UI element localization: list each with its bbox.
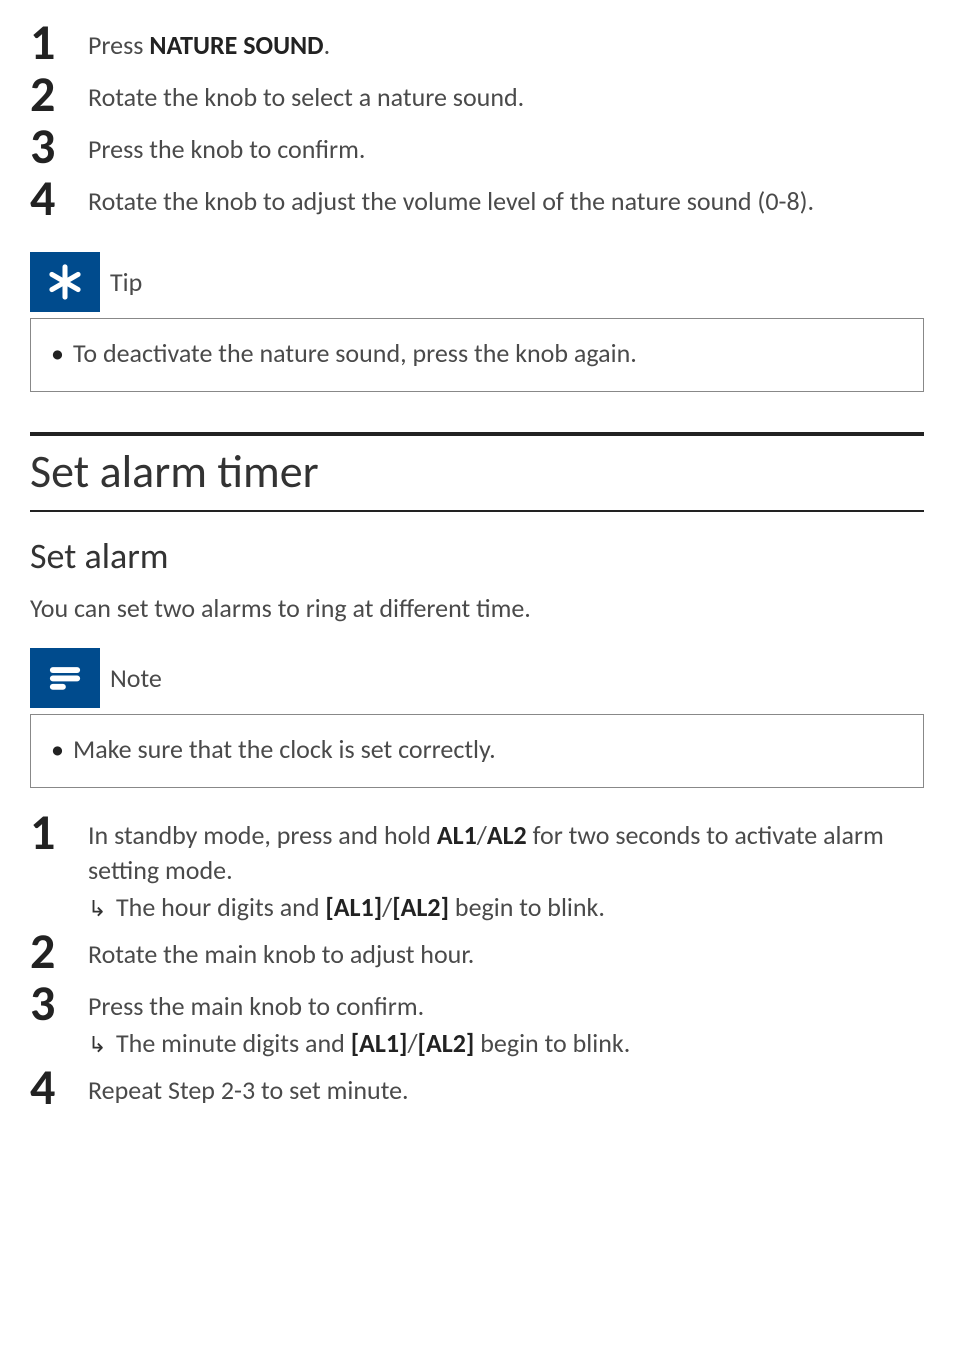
step-text: In standby mode, press and hold AL1/AL2 … xyxy=(88,808,924,925)
step-row: 4 Repeat Step 2-3 to set minute. xyxy=(30,1063,924,1113)
step-text: Rotate the knob to adjust the volume lev… xyxy=(88,174,814,219)
text-bold: [AL1] xyxy=(325,891,382,923)
text-fragment: / xyxy=(408,1027,418,1059)
tip-callout: Tip To deactivate the nature sound, pres… xyxy=(30,252,924,392)
step-number: 4 xyxy=(30,174,88,224)
step-text: Press the knob to confirm. xyxy=(88,122,365,167)
note-callout: Note Make sure that the clock is set cor… xyxy=(30,648,924,788)
tip-body: To deactivate the nature sound, press th… xyxy=(30,318,924,392)
step-number: 3 xyxy=(30,122,88,172)
text-fragment: The minute digits and xyxy=(116,1027,351,1059)
text-fragment: begin to blink. xyxy=(474,1027,630,1059)
step-text: Press the main knob to confirm. ↳ The mi… xyxy=(88,979,630,1061)
sub-result-row: ↳ The hour digits and [AL1]/[AL2] begin … xyxy=(88,890,924,925)
text-fragment: begin to blink. xyxy=(449,891,605,923)
text-fragment: Press the main knob to confirm. xyxy=(88,990,424,1022)
sub-result-text: The minute digits and [AL1]/[AL2] begin … xyxy=(116,1026,630,1061)
step-row: 3 Press the main knob to confirm. ↳ The … xyxy=(30,979,924,1061)
note-body: Make sure that the clock is set correctl… xyxy=(30,714,924,788)
text-bold: AL2 xyxy=(487,819,527,851)
step-number: 2 xyxy=(30,70,88,120)
step-text: Repeat Step 2-3 to set minute. xyxy=(88,1063,409,1108)
note-icon xyxy=(44,657,86,699)
step-text-bold: NATURE SOUND xyxy=(149,29,323,61)
note-header: Note xyxy=(30,648,924,708)
step-row: 1 In standby mode, press and hold AL1/AL… xyxy=(30,808,924,925)
step-number: 1 xyxy=(30,808,88,858)
note-label: Note xyxy=(100,648,162,708)
text-bold: AL1 xyxy=(437,819,477,851)
step-text-suffix: . xyxy=(324,29,331,61)
section-title: Set alarm timer xyxy=(30,436,924,512)
step-row: 2 Rotate the main knob to adjust hour. xyxy=(30,927,924,977)
sub-result-row: ↳ The minute digits and [AL1]/[AL2] begi… xyxy=(88,1026,630,1061)
section-intro: You can set two alarms to ring at differ… xyxy=(30,592,924,624)
text-fragment: In standby mode, press and hold xyxy=(88,819,437,851)
text-bold: [AL1] xyxy=(351,1027,408,1059)
tip-label: Tip xyxy=(100,252,142,312)
text-bold: [AL2] xyxy=(418,1027,475,1059)
step-row: 3 Press the knob to confirm. xyxy=(30,122,924,172)
note-item: Make sure that the clock is set correctl… xyxy=(51,733,903,765)
text-bold: [AL2] xyxy=(392,891,449,923)
tip-icon-box xyxy=(30,252,100,312)
step-text: Press NATURE SOUND. xyxy=(88,18,330,63)
result-arrow-icon: ↳ xyxy=(88,890,116,924)
result-arrow-icon: ↳ xyxy=(88,1026,116,1060)
text-fragment: / xyxy=(477,819,487,851)
step-text: Rotate the knob to select a nature sound… xyxy=(88,70,524,115)
sub-result-text: The hour digits and [AL1]/[AL2] begin to… xyxy=(116,890,605,925)
step-text-prefix: Press xyxy=(88,29,149,61)
step-row: 1 Press NATURE SOUND. xyxy=(30,18,924,68)
asterisk-icon xyxy=(44,261,86,303)
step-row: 4 Rotate the knob to adjust the volume l… xyxy=(30,174,924,224)
text-fragment: The hour digits and xyxy=(116,891,325,923)
nature-sound-steps: 1 Press NATURE SOUND. 2 Rotate the knob … xyxy=(30,18,924,224)
step-text: Rotate the main knob to adjust hour. xyxy=(88,927,474,972)
step-number: 3 xyxy=(30,979,88,1029)
tip-header: Tip xyxy=(30,252,924,312)
note-icon-box xyxy=(30,648,100,708)
subsection-title: Set alarm xyxy=(30,534,924,578)
text-fragment: / xyxy=(382,891,392,923)
step-number: 4 xyxy=(30,1063,88,1113)
step-row: 2 Rotate the knob to select a nature sou… xyxy=(30,70,924,120)
tip-item: To deactivate the nature sound, press th… xyxy=(51,337,903,369)
step-number: 2 xyxy=(30,927,88,977)
step-number: 1 xyxy=(30,18,88,68)
alarm-steps: 1 In standby mode, press and hold AL1/AL… xyxy=(30,808,924,1113)
